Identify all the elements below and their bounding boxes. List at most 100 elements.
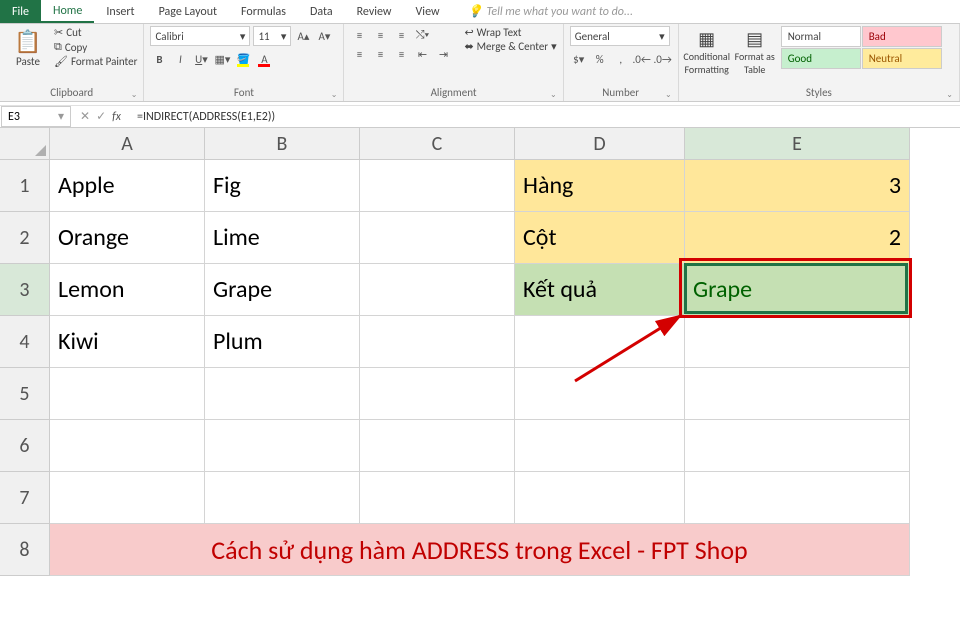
- tab-page-layout[interactable]: Page Layout: [147, 0, 229, 23]
- cell-D7[interactable]: [515, 472, 685, 524]
- percent-format-button[interactable]: %: [591, 50, 609, 68]
- cell-D3[interactable]: Kết quả: [515, 264, 685, 316]
- align-middle-button[interactable]: ≡: [371, 26, 389, 44]
- row-header-5[interactable]: 5: [0, 368, 50, 420]
- cell-A7[interactable]: [50, 472, 205, 524]
- format-painter-button[interactable]: 🖌Format Painter: [54, 55, 137, 68]
- cell-D1[interactable]: Hàng: [515, 160, 685, 212]
- cut-button[interactable]: ✂Cut: [54, 26, 137, 39]
- enter-formula-button[interactable]: ✓: [96, 109, 106, 124]
- cell-A6[interactable]: [50, 420, 205, 472]
- name-box[interactable]: E3 ▾: [1, 106, 71, 127]
- row-header-1[interactable]: 1: [0, 160, 50, 212]
- decrease-decimal-button[interactable]: .0→: [654, 50, 672, 68]
- row-header-7[interactable]: 7: [0, 472, 50, 524]
- cell-C4[interactable]: [360, 316, 515, 368]
- cell-E7[interactable]: [685, 472, 910, 524]
- cell-A4[interactable]: Kiwi: [50, 316, 205, 368]
- cell-B6[interactable]: [205, 420, 360, 472]
- cell-B1[interactable]: Fig: [205, 160, 360, 212]
- cell-C6[interactable]: [360, 420, 515, 472]
- align-left-button[interactable]: ≡: [350, 45, 368, 63]
- cell-C1[interactable]: [360, 160, 515, 212]
- cell-E3[interactable]: Grape: [685, 264, 910, 316]
- style-normal[interactable]: Normal: [781, 26, 861, 47]
- tab-insert[interactable]: Insert: [94, 0, 146, 23]
- cell-C2[interactable]: [360, 212, 515, 264]
- tab-formulas[interactable]: Formulas: [229, 0, 298, 23]
- row-header-8[interactable]: 8: [0, 524, 50, 576]
- tab-data[interactable]: Data: [298, 0, 345, 23]
- cell-C5[interactable]: [360, 368, 515, 420]
- copy-button[interactable]: ⧉Copy: [54, 40, 137, 54]
- cell-A8-merged[interactable]: Cách sử dụng hàm ADDRESS trong Excel - F…: [50, 524, 910, 576]
- formula-input[interactable]: =INDIRECT(ADDRESS(E1,E2)): [129, 108, 960, 126]
- style-bad[interactable]: Bad: [862, 26, 942, 47]
- cell-C7[interactable]: [360, 472, 515, 524]
- tab-review[interactable]: Review: [345, 0, 404, 23]
- tab-view[interactable]: View: [404, 0, 452, 23]
- cell-B5[interactable]: [205, 368, 360, 420]
- row-header-4[interactable]: 4: [0, 316, 50, 368]
- merge-center-button[interactable]: ⬌Merge & Center▾: [464, 40, 556, 53]
- col-header-B[interactable]: B: [205, 128, 360, 160]
- paste-button[interactable]: 📋 Paste: [6, 26, 50, 70]
- align-top-button[interactable]: ≡: [350, 26, 368, 44]
- accounting-format-button[interactable]: $▾: [570, 50, 588, 68]
- cell-E4[interactable]: [685, 316, 910, 368]
- cell-B3[interactable]: Grape: [205, 264, 360, 316]
- underline-button[interactable]: U▾: [192, 50, 210, 68]
- align-bottom-button[interactable]: ≡: [392, 26, 410, 44]
- orientation-button[interactable]: ⤭▾: [413, 26, 431, 44]
- format-as-table-button[interactable]: ▤ Format as Table: [733, 26, 777, 78]
- wrap-text-button[interactable]: ↩Wrap Text: [464, 26, 556, 39]
- cell-D2[interactable]: Cột: [515, 212, 685, 264]
- font-name-select[interactable]: Calibri▾: [150, 26, 250, 46]
- align-center-button[interactable]: ≡: [371, 45, 389, 63]
- row-header-6[interactable]: 6: [0, 420, 50, 472]
- cell-B7[interactable]: [205, 472, 360, 524]
- cell-D6[interactable]: [515, 420, 685, 472]
- decrease-indent-button[interactable]: ⇤: [413, 45, 431, 63]
- col-header-E[interactable]: E: [685, 128, 910, 160]
- cell-B2[interactable]: Lime: [205, 212, 360, 264]
- increase-font-button[interactable]: A▴: [294, 27, 312, 45]
- font-size-select[interactable]: 11▾: [253, 26, 291, 46]
- tab-file[interactable]: File: [0, 0, 41, 23]
- fx-icon[interactable]: fx: [112, 110, 121, 124]
- cell-C3[interactable]: [360, 264, 515, 316]
- border-button[interactable]: ▦▾: [213, 50, 231, 68]
- col-header-C[interactable]: C: [360, 128, 515, 160]
- cell-E2[interactable]: 2: [685, 212, 910, 264]
- number-format-select[interactable]: General▾: [570, 26, 670, 46]
- fill-color-button[interactable]: 🪣: [234, 50, 252, 68]
- comma-format-button[interactable]: ,: [612, 50, 630, 68]
- increase-indent-button[interactable]: ⇥: [434, 45, 452, 63]
- tell-me-search[interactable]: 💡 Tell me what you want to do...: [452, 0, 633, 23]
- style-neutral[interactable]: Neutral: [862, 48, 942, 69]
- conditional-formatting-button[interactable]: ▦ Conditional Formatting: [685, 26, 729, 78]
- cell-E1[interactable]: 3: [685, 160, 910, 212]
- bold-button[interactable]: B: [150, 50, 168, 68]
- cell-A1[interactable]: Apple: [50, 160, 205, 212]
- font-color-button[interactable]: A: [255, 50, 273, 68]
- select-all-corner[interactable]: [0, 128, 50, 160]
- row-header-3[interactable]: 3: [0, 264, 50, 316]
- cell-styles-gallery[interactable]: Normal Bad Good Neutral: [781, 26, 942, 69]
- decrease-font-button[interactable]: A▾: [315, 27, 333, 45]
- increase-decimal-button[interactable]: .0←: [633, 50, 651, 68]
- cell-A2[interactable]: Orange: [50, 212, 205, 264]
- cell-D4[interactable]: [515, 316, 685, 368]
- align-right-button[interactable]: ≡: [392, 45, 410, 63]
- col-header-A[interactable]: A: [50, 128, 205, 160]
- italic-button[interactable]: I: [171, 50, 189, 68]
- cell-E6[interactable]: [685, 420, 910, 472]
- cell-B4[interactable]: Plum: [205, 316, 360, 368]
- tab-home[interactable]: Home: [41, 0, 94, 23]
- style-good[interactable]: Good: [781, 48, 861, 69]
- cell-A3[interactable]: Lemon: [50, 264, 205, 316]
- col-header-D[interactable]: D: [515, 128, 685, 160]
- cell-E5[interactable]: [685, 368, 910, 420]
- cell-A5[interactable]: [50, 368, 205, 420]
- cancel-formula-button[interactable]: ✕: [80, 109, 90, 124]
